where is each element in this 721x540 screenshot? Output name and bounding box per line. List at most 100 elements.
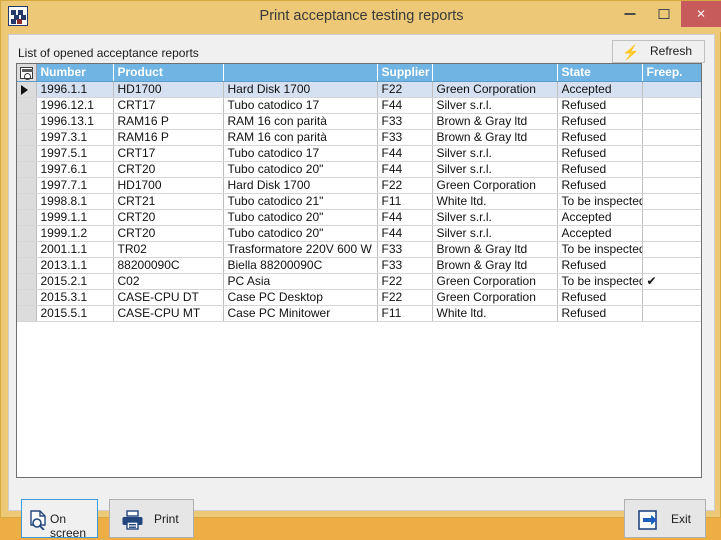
reports-data-grid[interactable]: Number Product Supplier State Freep. 199… [16,63,702,478]
cell-supplier-name[interactable]: Brown & Gray ltd [432,257,558,274]
cell-freep[interactable] [642,177,701,194]
row-selector-cell[interactable] [17,177,37,194]
table-row[interactable]: 2015.3.1 CASE-CPU DT Case PC Desktop F22 Gre… [17,289,701,306]
row-selector-cell[interactable] [17,241,37,258]
cell-supplier-name[interactable]: Silver s.r.l. [432,161,558,178]
cell-product[interactable]: CRT20 [113,225,224,242]
cell-product[interactable]: C02 [113,273,224,290]
cell-freep[interactable] [642,305,701,322]
cell-supplier-name[interactable]: Green Corporation [432,289,558,306]
cell-description[interactable]: RAM 16 con parità [223,129,378,146]
row-selector-cell[interactable] [17,81,37,98]
cell-supplier[interactable]: F44 [377,209,433,226]
cell-number[interactable]: 2015.2.1 [36,273,114,290]
cell-description[interactable]: Hard Disk 1700 [223,177,378,194]
cell-supplier[interactable]: F11 [377,193,433,210]
cell-product[interactable]: CRT21 [113,193,224,210]
cell-supplier-name[interactable]: Brown & Gray ltd [432,113,558,130]
cell-supplier-name[interactable]: Silver s.r.l. [432,97,558,114]
cell-supplier[interactable]: F22 [377,273,433,290]
grid-corner-header[interactable] [17,64,37,82]
cell-number[interactable]: 2013.1.1 [36,257,114,274]
row-selector-cell[interactable] [17,225,37,242]
cell-number[interactable]: 1998.8.1 [36,193,114,210]
column-header-state[interactable]: State [557,64,643,82]
cell-product[interactable]: RAM16 P [113,113,224,130]
cell-supplier-name[interactable]: Brown & Gray ltd [432,129,558,146]
cell-state[interactable]: Refused [557,305,643,322]
cell-description[interactable]: Tubo catodico 20" [223,161,378,178]
cell-product[interactable]: TR02 [113,241,224,258]
cell-freep[interactable] [642,161,701,178]
print-button[interactable]: Print [109,499,194,538]
cell-supplier-name[interactable]: Silver s.r.l. [432,209,558,226]
cell-freep[interactable] [642,257,701,274]
row-selector-cell[interactable] [17,289,37,306]
cell-state[interactable]: Refused [557,97,643,114]
table-row[interactable]: 1997.6.1 CRT20 Tubo catodico 20" F44 Silver … [17,161,701,178]
table-row[interactable]: 2001.1.1 TR02 Trasformatore 220V 600 W F33 B… [17,241,701,258]
row-selector-cell[interactable] [17,113,37,130]
cell-state[interactable]: Refused [557,177,643,194]
table-row[interactable]: 1999.1.2 CRT20 Tubo catodico 20" F44 Silver … [17,225,701,242]
cell-state[interactable]: To be inspected [557,193,643,210]
minimize-button[interactable] [613,1,647,27]
cell-freep[interactable] [642,145,701,162]
cell-state[interactable]: Accepted [557,209,643,226]
cell-description[interactable]: RAM 16 con parità [223,113,378,130]
cell-state[interactable]: Refused [557,289,643,306]
row-selector-cell[interactable] [17,193,37,210]
cell-number[interactable]: 1999.1.2 [36,225,114,242]
on-screen-button[interactable]: On screen [21,499,98,540]
cell-supplier[interactable]: F44 [377,145,433,162]
column-header-freep[interactable]: Freep. [642,64,701,82]
cell-supplier-name[interactable]: Green Corporation [432,81,558,98]
row-selector-cell[interactable] [17,305,37,322]
cell-product[interactable]: CASE-CPU MT [113,305,224,322]
table-row[interactable]: 2015.5.1 CASE-CPU MT Case PC Minitower F11 W… [17,305,701,322]
refresh-button[interactable]: ⚡ Refresh [612,40,705,63]
table-row[interactable]: 1999.1.1 CRT20 Tubo catodico 20" F44 Silver … [17,209,701,226]
cell-description[interactable]: Trasformatore 220V 600 W [223,241,378,258]
row-selector-cell[interactable] [17,145,37,162]
table-row[interactable]: 1998.8.1 CRT21 Tubo catodico 21" F11 White l… [17,193,701,210]
cell-product[interactable]: HD1700 [113,81,224,98]
table-row[interactable]: 1996.1.1 HD1700 Hard Disk 1700 F22 Green Cor… [17,81,701,98]
cell-supplier-name[interactable]: White ltd. [432,305,558,322]
cell-description[interactable]: PC Asia [223,273,378,290]
table-row[interactable]: 1996.12.1 CRT17 Tubo catodico 17 F44 Silver … [17,97,701,114]
cell-supplier[interactable]: F22 [377,289,433,306]
column-header-product[interactable]: Product [113,64,224,82]
cell-freep[interactable] [642,193,701,210]
cell-number[interactable]: 2015.3.1 [36,289,114,306]
cell-freep[interactable] [642,81,701,98]
cell-freep[interactable] [642,129,701,146]
cell-supplier-name[interactable]: Brown & Gray ltd [432,241,558,258]
row-selector-cell[interactable] [17,273,37,290]
cell-number[interactable]: 1997.7.1 [36,177,114,194]
cell-supplier[interactable]: F44 [377,225,433,242]
cell-product[interactable]: CASE-CPU DT [113,289,224,306]
table-row[interactable]: 2015.2.1 C02 PC Asia F22 Green Corporation To… [17,273,701,290]
column-header-description[interactable] [223,64,378,82]
cell-description[interactable]: Biella 88200090C [223,257,378,274]
cell-number[interactable]: 1997.6.1 [36,161,114,178]
cell-supplier-name[interactable]: Silver s.r.l. [432,225,558,242]
row-selector-cell[interactable] [17,97,37,114]
table-row[interactable]: 1997.7.1 HD1700 Hard Disk 1700 F22 Green Cor… [17,177,701,194]
cell-description[interactable]: Tubo catodico 21" [223,193,378,210]
cell-description[interactable]: Tubo catodico 20" [223,209,378,226]
cell-supplier[interactable]: F11 [377,305,433,322]
cell-description[interactable]: Tubo catodico 17 [223,97,378,114]
cell-product[interactable]: RAM16 P [113,129,224,146]
cell-freep[interactable] [642,97,701,114]
cell-supplier[interactable]: F33 [377,129,433,146]
cell-state[interactable]: To be inspected [557,273,643,290]
row-selector-cell[interactable] [17,129,37,146]
maximize-button[interactable] [647,1,681,27]
cell-product[interactable]: CRT17 [113,145,224,162]
cell-state[interactable]: Refused [557,129,643,146]
cell-supplier[interactable]: F44 [377,97,433,114]
cell-description[interactable]: Hard Disk 1700 [223,81,378,98]
cell-number[interactable]: 1996.12.1 [36,97,114,114]
